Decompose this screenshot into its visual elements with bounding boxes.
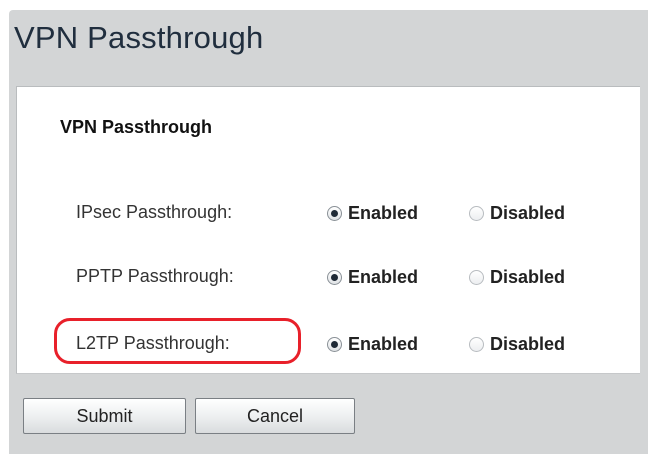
page-title: VPN Passthrough (14, 20, 264, 55)
l2tp-disabled-radio[interactable] (469, 336, 484, 352)
pptp-passthrough-row: PPTP Passthrough: Enabled Disabled (0, 262, 648, 292)
pptp-disabled-option[interactable]: Disabled (469, 262, 565, 292)
section-title: VPN Passthrough (60, 117, 213, 137)
l2tp-enabled-option[interactable]: Enabled (327, 329, 418, 359)
pptp-disabled-radio[interactable] (469, 269, 484, 285)
submit-button[interactable]: Submit (23, 398, 186, 434)
ipsec-enabled-radio[interactable] (327, 205, 342, 221)
ipsec-enabled-label: Enabled (348, 202, 419, 223)
pptp-enabled-option[interactable]: Enabled (327, 262, 418, 292)
ipsec-disabled-option[interactable]: Disabled (469, 198, 565, 228)
pptp-disabled-label: Disabled (490, 266, 566, 287)
pptp-passthrough-label: PPTP Passthrough: (76, 266, 234, 286)
l2tp-highlight-outline (54, 318, 301, 364)
l2tp-enabled-radio[interactable] (327, 336, 342, 352)
pptp-enabled-radio[interactable] (327, 269, 342, 285)
ipsec-disabled-label: Disabled (490, 202, 566, 223)
ipsec-passthrough-label: IPsec Passthrough: (76, 202, 233, 222)
l2tp-enabled-label: Enabled (348, 333, 419, 354)
pptp-enabled-label: Enabled (348, 266, 419, 287)
ipsec-enabled-option[interactable]: Enabled (327, 198, 418, 228)
l2tp-disabled-option[interactable]: Disabled (469, 329, 565, 359)
ipsec-passthrough-row: IPsec Passthrough: Enabled Disabled (0, 198, 648, 228)
cancel-button[interactable]: Cancel (195, 398, 355, 434)
ipsec-disabled-radio[interactable] (469, 205, 484, 221)
l2tp-disabled-label: Disabled (490, 333, 566, 354)
